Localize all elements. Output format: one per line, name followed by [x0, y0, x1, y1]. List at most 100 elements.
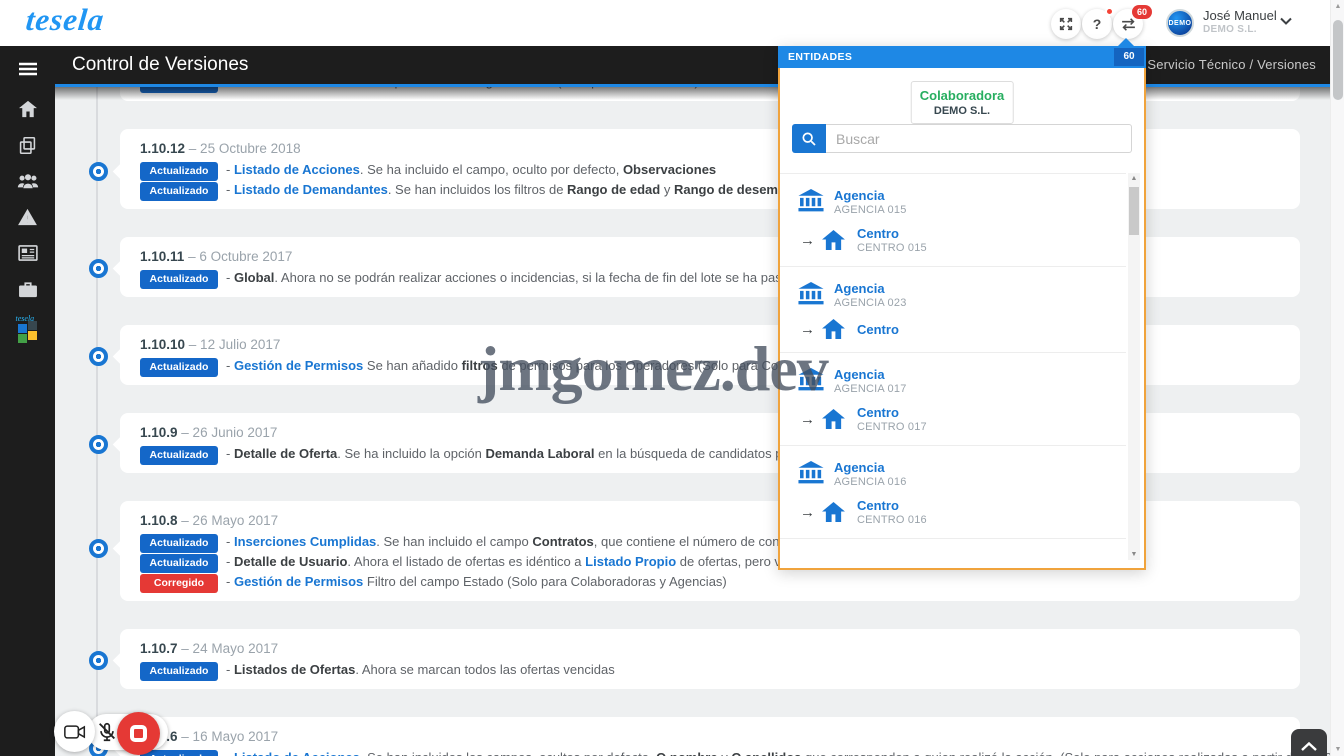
sidebar-item-news[interactable]	[0, 238, 55, 268]
entity-list-scrollbar[interactable]: ▲ ▼	[1128, 173, 1140, 560]
center-name: CENTRO 017	[857, 421, 927, 433]
agency-link[interactable]: Agencia	[834, 188, 907, 203]
status-badge: Corregido	[140, 574, 218, 593]
version-note-text: . Ahora el listado de ofertas es idéntic…	[347, 554, 585, 569]
status-badge: Actualizado	[140, 270, 218, 289]
sidebar-item-app-logo[interactable]: tesela	[0, 312, 55, 346]
bank-icon	[798, 189, 824, 212]
center-row[interactable]: →CentroCENTRO 016	[798, 498, 1126, 526]
version-title: 1.10.7 – 24 Mayo 2017	[140, 639, 1280, 658]
hamburger-menu-button[interactable]	[0, 54, 55, 84]
scrollbar-thumb[interactable]	[1129, 187, 1139, 235]
version-note-text: Detalle de Usuario	[234, 554, 347, 569]
center-row[interactable]: →Centro	[798, 319, 1126, 340]
scroll-up-icon[interactable]: ▲	[1128, 175, 1140, 182]
center-name: CENTRO 015	[857, 242, 927, 254]
center-link[interactable]: Centro	[857, 322, 899, 337]
user-menu[interactable]: José Manuel DEMO S.L.	[1203, 8, 1277, 36]
fullscreen-button[interactable]	[1051, 9, 1081, 39]
version-number: 1.10.12	[140, 141, 189, 156]
agency-link[interactable]: Agencia	[834, 460, 907, 475]
search-button[interactable]	[792, 124, 826, 153]
version-title: 1.10.6 – 16 Mayo 2017	[140, 727, 1280, 746]
bank-icon	[798, 282, 824, 305]
version-note-text: O.nombre	[656, 750, 717, 756]
version-note-link[interactable]: Listado de Acciones	[234, 162, 360, 177]
version-note-text: Contratos	[532, 534, 593, 549]
breadcrumb[interactable]: 1 / Servicio Técnico / Versiones	[1128, 46, 1316, 84]
version-note-text: Observaciones	[623, 162, 716, 177]
entities-count-badge: 60	[1132, 5, 1152, 19]
arrow-right-icon: →	[800, 411, 822, 428]
copy-icon	[18, 136, 37, 155]
status-badge: Actualizado	[140, 554, 218, 573]
version-note-text: Global	[234, 270, 274, 285]
microphone-muted-icon[interactable]	[96, 721, 118, 743]
scroll-down-icon[interactable]: ▼	[1128, 551, 1140, 558]
avatar[interactable]: DEMO	[1166, 9, 1194, 37]
tesela-mini-logo-icon: tesela	[16, 316, 40, 342]
version-note-link[interactable]: Listado de Acciones	[234, 750, 360, 756]
camera-button[interactable]	[54, 711, 95, 752]
version-date: – 16 Mayo 2017	[181, 729, 278, 744]
center-link[interactable]: Centro	[857, 405, 927, 420]
version-note-text: Listados de Ofertas	[234, 662, 355, 677]
version-number: 1.10.11	[140, 249, 188, 264]
version-number: 1.10.8	[140, 513, 181, 528]
center-text: CentroCENTRO 017	[857, 405, 927, 433]
center-link[interactable]: Centro	[857, 498, 927, 513]
sidebar-item-alerts[interactable]	[0, 202, 55, 232]
home-icon	[18, 100, 38, 118]
popover-arrow	[1118, 38, 1134, 46]
sidebar-item-home[interactable]	[0, 94, 55, 124]
agency-row[interactable]: AgenciaAGENCIA 016	[798, 460, 1126, 488]
chevron-down-icon[interactable]	[1280, 17, 1292, 25]
scroll-down-icon[interactable]: ▼	[1331, 746, 1344, 753]
help-button[interactable]: ?	[1082, 9, 1112, 39]
agency-link[interactable]: Agencia	[834, 367, 907, 382]
version-note-text: O.apellidos	[731, 750, 801, 756]
center-link[interactable]: Centro	[857, 226, 927, 241]
scroll-to-top-button[interactable]	[1291, 729, 1327, 756]
version-note-link[interactable]: Listado Propio	[585, 554, 676, 569]
sidebar-item-briefcase[interactable]	[0, 274, 55, 304]
version-note-link[interactable]: Listado de Demandantes	[234, 182, 388, 197]
entity-group: AgenciaAGENCIA 017 → CentroCENTRO 017	[780, 353, 1126, 446]
selected-entity-button[interactable]: Colaboradora DEMO S.L.	[911, 81, 1014, 124]
scrollbar-thumb[interactable]	[1333, 20, 1343, 100]
version-note-link[interactable]: Gestión de Permisos	[234, 358, 363, 373]
agency-row[interactable]: AgenciaAGENCIA 023	[798, 281, 1126, 309]
question-icon: ?	[1093, 16, 1102, 32]
status-badge: Actualizado	[140, 358, 218, 377]
note-dash: -	[226, 554, 234, 569]
stop-recording-button[interactable]	[117, 712, 160, 755]
arrow-right-icon: →	[800, 504, 822, 521]
center-row[interactable]: →CentroCENTRO 015	[798, 226, 1126, 254]
version-note-text: que corresponden a quien realizó la acci…	[801, 750, 1330, 756]
version-note-text: Se han añadido	[363, 358, 461, 373]
version-note-text: Demanda Laboral	[485, 446, 594, 461]
bank-icon	[798, 368, 824, 391]
version-date: – 12 Julio 2017	[189, 337, 281, 352]
sidebar-item-documents[interactable]	[0, 130, 55, 160]
briefcase-icon	[18, 281, 38, 298]
version-note-link[interactable]: Inserciones Cumplidas	[234, 534, 376, 549]
page-scrollbar[interactable]: ▲ ▼	[1330, 0, 1344, 756]
search-input[interactable]	[826, 124, 1132, 153]
selected-entity-type: Colaboradora	[920, 88, 1005, 103]
agency-row[interactable]: AgenciaAGENCIA 015	[798, 188, 1126, 216]
version-note-link[interactable]: Gestión de Permisos	[234, 574, 363, 589]
version-note-link[interactable]: Control de Actividad	[234, 87, 361, 89]
note-dash: -	[226, 182, 234, 197]
status-badge: Actualizado	[140, 182, 218, 201]
scroll-up-icon[interactable]: ▲	[1331, 3, 1344, 10]
home-icon	[822, 230, 845, 251]
user-company: DEMO S.L.	[1203, 24, 1277, 36]
center-row[interactable]: → CentroCENTRO 017	[798, 405, 1126, 433]
agency-link[interactable]: Agencia	[834, 281, 907, 296]
note-dash: -	[226, 87, 234, 89]
status-badge: Actualizado	[140, 446, 218, 465]
agency-row[interactable]: AgenciaAGENCIA 017	[798, 367, 1126, 395]
version-note-row: Actualizado- Listado de Acciones. Se han…	[140, 749, 1280, 756]
sidebar-item-users[interactable]	[0, 166, 55, 196]
